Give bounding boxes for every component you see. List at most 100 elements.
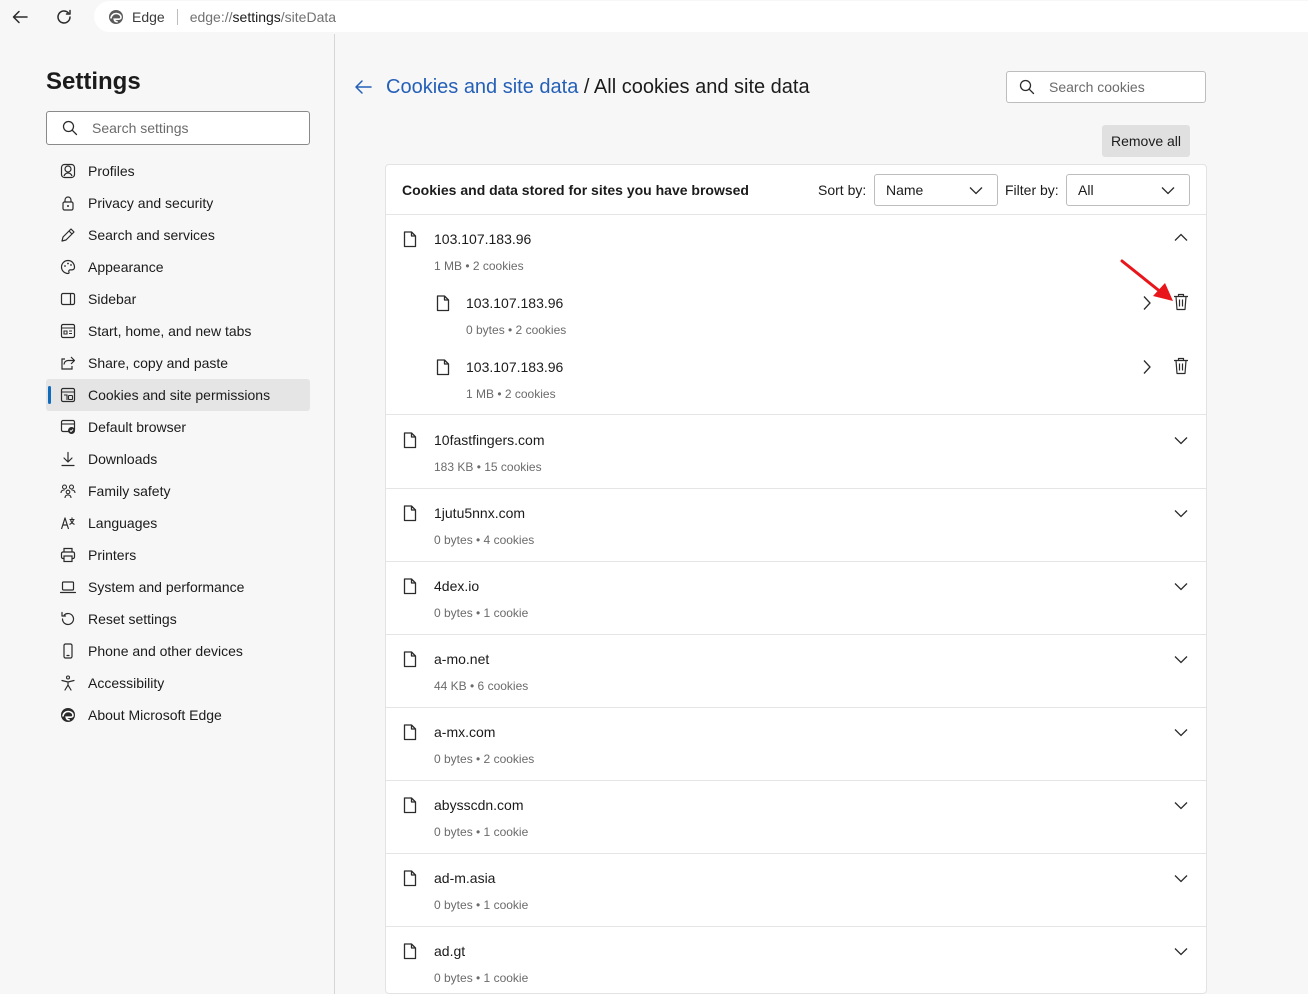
address-divider — [176, 8, 178, 25]
site-name[interactable]: 1jutu5nnx.com — [434, 505, 525, 521]
profile-icon — [60, 163, 76, 179]
sidebar-item-printers[interactable]: Printers — [46, 539, 310, 571]
sidebar-item-sidebar[interactable]: Sidebar — [46, 283, 310, 315]
file-icon — [403, 724, 417, 741]
sidebar-item-default-browser[interactable]: Default browser — [46, 411, 310, 443]
remove-all-button[interactable]: Remove all — [1102, 125, 1190, 157]
settings-nav: Profiles Privacy and security Search and s… — [46, 155, 310, 731]
filter-by-dropdown[interactable]: All — [1066, 174, 1190, 206]
site-row[interactable]: 10fastfingers.com 183 KB • 15 cookies — [386, 416, 1206, 489]
chevron-down-icon[interactable] — [1174, 508, 1188, 518]
laptop-icon — [60, 581, 76, 594]
download-icon — [61, 451, 75, 467]
sort-by-dropdown[interactable]: Name — [874, 174, 998, 206]
sidebar-item-start-home-and-new-tabs[interactable]: Start, home, and new tabs — [46, 315, 310, 347]
site-name[interactable]: 103.107.183.96 — [434, 231, 531, 247]
sidebar-item-privacy-and-security[interactable]: Privacy and security — [46, 187, 310, 219]
languages-icon — [60, 517, 75, 530]
browser-toolbar: Edge edge://settings/siteData — [0, 0, 1308, 34]
site-meta: 0 bytes • 1 cookie — [434, 898, 529, 912]
file-icon — [403, 870, 417, 887]
chevron-down-icon — [969, 187, 983, 195]
site-name[interactable]: 10fastfingers.com — [434, 432, 545, 448]
site-meta: 0 bytes • 2 cookies — [434, 752, 535, 766]
sidebar-item-accessibility[interactable]: Accessibility — [46, 667, 310, 699]
palette-icon — [60, 259, 76, 275]
sidebar-item-phone-and-other-devices[interactable]: Phone and other devices — [46, 635, 310, 667]
back-button[interactable] — [7, 4, 33, 30]
search-icon — [1019, 79, 1035, 95]
child-site-name[interactable]: 103.107.183.96 — [466, 359, 563, 375]
sidebar-icon — [60, 292, 76, 306]
search-settings-placeholder: Search settings — [92, 120, 189, 136]
chevron-down-icon[interactable] — [1174, 873, 1188, 883]
site-meta: 44 KB • 6 cookies — [434, 679, 529, 693]
phone-icon — [63, 643, 73, 659]
sidebar-item-reset-settings[interactable]: Reset settings — [46, 603, 310, 635]
trash-icon[interactable] — [1173, 357, 1189, 375]
site-name[interactable]: abysscdn.com — [434, 797, 523, 813]
printer-icon — [60, 547, 76, 563]
chevron-down-icon[interactable] — [1174, 581, 1188, 591]
sidebar-item-search-and-services[interactable]: Search and services — [46, 219, 310, 251]
file-icon — [403, 797, 417, 814]
cookies-card: Cookies and data stored for sites you ha… — [385, 164, 1207, 994]
breadcrumb: Cookies and site data / All cookies and … — [386, 76, 810, 99]
expanded-site-group: 103.107.183.96 1 MB • 2 cookies 103.107.… — [386, 215, 1206, 415]
site-row[interactable]: a-mo.net 44 KB • 6 cookies — [386, 635, 1206, 708]
back-to-cookies-button[interactable] — [353, 77, 373, 97]
site-name[interactable]: a-mx.com — [434, 724, 495, 740]
sidebar-item-about-microsoft-edge[interactable]: About Microsoft Edge — [46, 699, 310, 731]
sidebar-item-label: Printers — [88, 547, 137, 563]
chevron-up-icon[interactable] — [1174, 233, 1188, 243]
file-icon — [403, 651, 417, 668]
chevron-down-icon[interactable] — [1174, 654, 1188, 664]
chevron-down-icon — [1161, 187, 1175, 195]
refresh-button[interactable] — [51, 4, 77, 30]
chevron-down-icon[interactable] — [1174, 727, 1188, 737]
sidebar-item-family-safety[interactable]: Family safety — [46, 475, 310, 507]
site-meta: 1 MB • 2 cookies — [434, 259, 524, 273]
site-meta: 0 bytes • 4 cookies — [434, 533, 535, 547]
site-meta: 0 bytes • 1 cookie — [434, 971, 529, 985]
family-icon — [60, 484, 76, 499]
search-icon — [62, 120, 78, 136]
sidebar-item-appearance[interactable]: Appearance — [46, 251, 310, 283]
card-header: Cookies and data stored for sites you ha… — [386, 165, 1206, 215]
sidebar-item-profiles[interactable]: Profiles — [46, 155, 310, 187]
sidebar-item-share-copy-and-paste[interactable]: Share, copy and paste — [46, 347, 310, 379]
site-row[interactable]: 1jutu5nnx.com 0 bytes • 4 cookies — [386, 489, 1206, 562]
search-cookies-input[interactable]: Search cookies — [1006, 71, 1206, 103]
sort-by-label: Sort by: — [818, 182, 867, 198]
chevron-down-icon[interactable] — [1174, 946, 1188, 956]
search-settings-input[interactable]: Search settings — [46, 111, 310, 145]
sidebar-item-cookies-and-site-permissions[interactable]: Cookies and site permissions — [46, 379, 310, 411]
settings-title: Settings — [46, 68, 141, 95]
child-site-name[interactable]: 103.107.183.96 — [466, 295, 563, 311]
site-row[interactable]: ad-m.asia 0 bytes • 1 cookie — [386, 854, 1206, 927]
site-name[interactable]: 4dex.io — [434, 578, 479, 594]
default-browser-icon — [60, 419, 76, 434]
site-meta: 183 KB • 15 cookies — [434, 460, 542, 474]
site-name[interactable]: a-mo.net — [434, 651, 489, 667]
reset-icon — [61, 611, 75, 626]
share-icon — [61, 356, 76, 370]
site-row[interactable]: 4dex.io 0 bytes • 1 cookie — [386, 562, 1206, 635]
chevron-down-icon[interactable] — [1174, 435, 1188, 445]
site-row[interactable]: a-mx.com 0 bytes • 2 cookies — [386, 708, 1206, 781]
chevron-right-icon[interactable] — [1142, 359, 1152, 375]
address-bar[interactable]: Edge edge://settings/siteData — [94, 1, 1308, 32]
site-row[interactable]: ad.gt 0 bytes • 1 cookie — [386, 927, 1206, 993]
sidebar-item-system-and-performance[interactable]: System and performance — [46, 571, 310, 603]
site-name[interactable]: ad-m.asia — [434, 870, 495, 886]
sidebar-item-label: Profiles — [88, 163, 135, 179]
edge-logo-icon — [109, 9, 123, 24]
sidebar-item-languages[interactable]: Languages — [46, 507, 310, 539]
chevron-down-icon[interactable] — [1174, 800, 1188, 810]
lock-icon — [62, 196, 74, 211]
breadcrumb-cookies-link[interactable]: Cookies and site data — [386, 76, 578, 98]
filter-by-value: All — [1078, 182, 1094, 198]
site-name[interactable]: ad.gt — [434, 943, 465, 959]
site-row[interactable]: abysscdn.com 0 bytes • 1 cookie — [386, 781, 1206, 854]
sidebar-item-downloads[interactable]: Downloads — [46, 443, 310, 475]
